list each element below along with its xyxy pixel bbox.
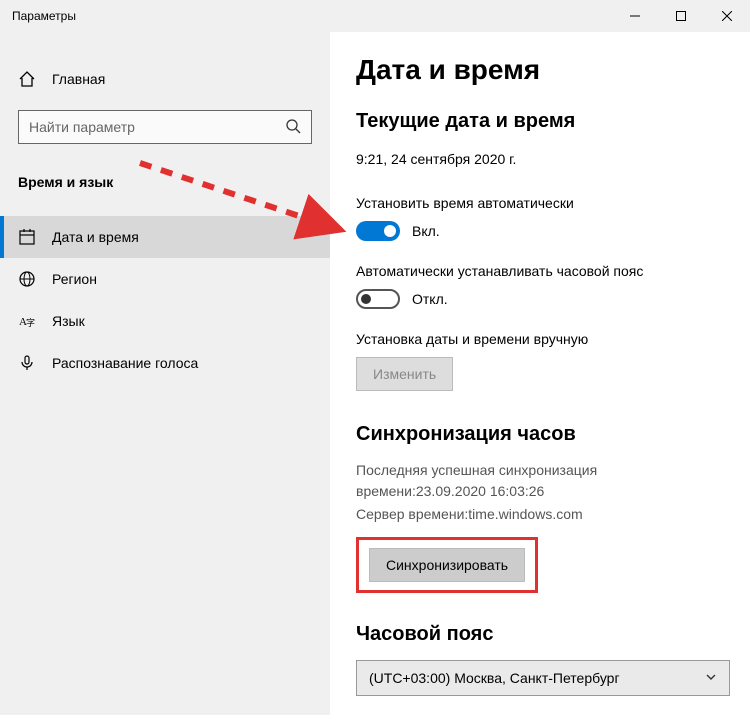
auto-time-state: Вкл. xyxy=(412,223,440,239)
timezone-select[interactable]: (UTC+03:00) Москва, Санкт-Петербург xyxy=(356,660,730,696)
auto-time-label: Установить время автоматически xyxy=(356,195,730,211)
change-date-button: Изменить xyxy=(356,357,453,391)
sync-now-button[interactable]: Синхронизировать xyxy=(369,548,525,582)
search-input-wrapper[interactable] xyxy=(18,110,312,144)
timezone-value: (UTC+03:00) Москва, Санкт-Петербург xyxy=(369,670,620,686)
close-button[interactable] xyxy=(704,0,750,32)
sidebar-section-title: Время и язык xyxy=(0,168,330,210)
sidebar-item-label: Распознавание голоса xyxy=(52,355,198,371)
minimize-button[interactable] xyxy=(612,0,658,32)
auto-tz-label: Автоматически устанавливать часовой пояс xyxy=(356,263,730,279)
chevron-down-icon xyxy=(705,670,717,686)
sync-highlight-box: Синхронизировать xyxy=(356,537,538,593)
sidebar-item-speech[interactable]: Распознавание голоса xyxy=(0,342,330,384)
minimize-icon xyxy=(630,11,640,21)
sidebar-item-label: Регион xyxy=(52,271,97,287)
titlebar-controls xyxy=(612,0,750,32)
sidebar-item-label: Язык xyxy=(52,313,85,329)
globe-icon xyxy=(18,270,36,288)
sync-heading: Синхронизация часов xyxy=(356,423,730,446)
auto-tz-state: Откл. xyxy=(412,291,448,307)
auto-time-toggle[interactable] xyxy=(356,221,400,241)
sidebar-item-date-time[interactable]: Дата и время xyxy=(0,216,330,258)
svg-text:字: 字 xyxy=(26,317,35,328)
home-label: Главная xyxy=(52,71,105,87)
sidebar-item-region[interactable]: Регион xyxy=(0,258,330,300)
auto-tz-toggle[interactable] xyxy=(356,289,400,309)
page-title: Дата и время xyxy=(356,54,730,86)
search-icon xyxy=(285,118,301,137)
current-datetime: 9:21, 24 сентября 2020 г. xyxy=(356,151,730,167)
main-content: Дата и время Текущие дата и время 9:21, … xyxy=(330,32,750,715)
calendar-icon xyxy=(18,228,36,246)
sidebar: Главная Время и язык Дата и время xyxy=(0,32,330,715)
maximize-button[interactable] xyxy=(658,0,704,32)
sidebar-item-label: Дата и время xyxy=(52,229,139,245)
timezone-heading: Часовой пояс xyxy=(356,623,730,646)
sync-last-success: Последняя успешная синхронизация времени… xyxy=(356,460,730,502)
sidebar-item-language[interactable]: A字 Язык xyxy=(0,300,330,342)
home-nav[interactable]: Главная xyxy=(0,60,330,98)
search-input[interactable] xyxy=(29,119,274,135)
microphone-icon xyxy=(18,354,36,372)
language-icon: A字 xyxy=(18,312,36,330)
current-datetime-heading: Текущие дата и время xyxy=(356,110,730,133)
window-title: Параметры xyxy=(12,9,76,23)
manual-date-label: Установка даты и времени вручную xyxy=(356,331,730,347)
titlebar: Параметры xyxy=(0,0,750,32)
close-icon xyxy=(722,11,732,21)
home-icon xyxy=(18,70,36,88)
sync-server: Сервер времени:time.windows.com xyxy=(356,504,730,525)
maximize-icon xyxy=(676,11,686,21)
